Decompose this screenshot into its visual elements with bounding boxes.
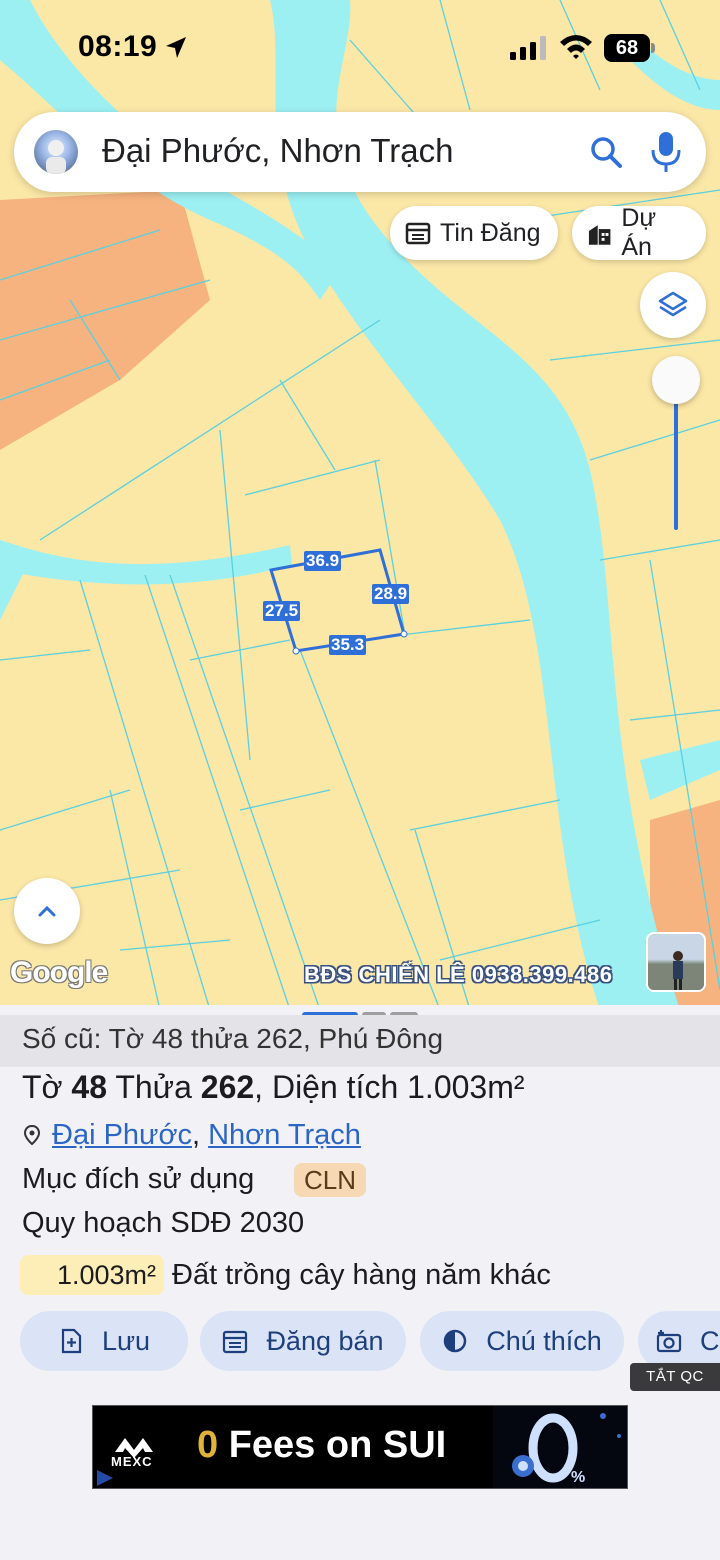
old-parcel-text: Số cũ: Tờ 48 thửa 262, Phú Đông bbox=[22, 1023, 444, 1054]
opacity-slider-thumb[interactable] bbox=[652, 356, 700, 404]
wifi-icon bbox=[560, 35, 592, 59]
old-parcel-bar: Số cũ: Tờ 48 thửa 262, Phú Đông bbox=[0, 1015, 720, 1067]
post-sale-button-label: Đăng bán bbox=[266, 1325, 384, 1356]
post-sale-button[interactable]: Đăng bán bbox=[200, 1311, 406, 1371]
search-icon[interactable] bbox=[588, 134, 624, 170]
search-input[interactable]: Đại Phước, Nhơn Trạch bbox=[102, 132, 454, 170]
purpose-badge: CLN bbox=[294, 1163, 367, 1197]
avatar-icon bbox=[46, 140, 66, 174]
zero-percent-art-icon: % bbox=[493, 1406, 627, 1488]
ad-banner[interactable]: MEXC 0 Fees on SUI % bbox=[92, 1405, 628, 1489]
plan-land-use: Đất trồng cây hàng năm khác bbox=[172, 1259, 551, 1291]
project-chip[interactable]: Dự Án bbox=[572, 204, 706, 261]
parcel-address: Đại Phước, Nhơn Trạch bbox=[22, 1119, 361, 1152]
plan-area-badge: 1.003m² bbox=[20, 1255, 164, 1295]
contrast-icon bbox=[443, 1329, 467, 1353]
signal-icon bbox=[510, 36, 546, 60]
listing-chip-label: Tin Đăng bbox=[440, 218, 541, 247]
save-button[interactable]: Lưu bbox=[20, 1311, 188, 1371]
ad-choices-icon[interactable] bbox=[93, 1466, 117, 1489]
ward-link[interactable]: Đại Phước bbox=[52, 1119, 192, 1151]
street-photo-thumbnail[interactable] bbox=[646, 932, 706, 992]
measure-left: 27.5 bbox=[263, 601, 301, 621]
ad-headline: 0 Fees on SUI bbox=[197, 1424, 447, 1466]
svg-text:%: % bbox=[571, 1469, 585, 1486]
avatar[interactable] bbox=[34, 130, 78, 174]
battery-icon: 68 bbox=[604, 34, 656, 62]
calendar-list-icon bbox=[405, 222, 431, 245]
save-icon bbox=[61, 1328, 82, 1354]
camera-button-label: C bbox=[700, 1325, 720, 1356]
layers-icon bbox=[658, 291, 688, 317]
purpose-label: Mục đích sử dụng bbox=[22, 1163, 255, 1195]
plan-label: Quy hoạch SDĐ 2030 bbox=[22, 1207, 305, 1239]
district-link[interactable]: Nhơn Trạch bbox=[208, 1119, 361, 1151]
project-chip-label: Dự Án bbox=[621, 204, 657, 261]
mic-icon[interactable] bbox=[648, 130, 684, 174]
legend-button[interactable]: Chú thích bbox=[420, 1311, 624, 1371]
parcel-info-sheet: Số cũ: Tờ 48 thửa 262, Phú Đông Tờ 48 Th… bbox=[0, 1005, 720, 1560]
legend-button-label: Chú thích bbox=[486, 1325, 602, 1356]
parcel-title: Tờ 48 Thửa 262, Diện tích 1.003m² bbox=[22, 1069, 525, 1105]
measure-bottom: 35.3 bbox=[329, 635, 367, 655]
layers-button[interactable] bbox=[640, 272, 706, 338]
measure-top: 36.9 bbox=[304, 551, 342, 571]
camera-button[interactable]: C bbox=[638, 1311, 720, 1371]
building-icon bbox=[588, 225, 611, 245]
clock: 08:19 bbox=[78, 30, 158, 63]
listing-chip[interactable]: Tin Đăng bbox=[390, 206, 558, 260]
location-arrow-icon bbox=[166, 37, 186, 58]
camera-icon bbox=[656, 1330, 682, 1353]
pin-icon bbox=[23, 1124, 41, 1146]
search-bar[interactable]: Đại Phước, Nhơn Trạch bbox=[14, 112, 706, 192]
close-ad-button[interactable]: TẮT QC bbox=[630, 1363, 720, 1391]
person-photo-icon bbox=[648, 951, 704, 990]
calendar-icon bbox=[223, 1330, 248, 1354]
ad-brand: MEXC bbox=[111, 1454, 153, 1469]
measure-right: 28.9 bbox=[372, 584, 410, 604]
chevron-up-icon bbox=[38, 905, 56, 917]
save-button-label: Lưu bbox=[101, 1325, 151, 1356]
expand-sheet-button[interactable] bbox=[14, 878, 80, 944]
battery-level: 68 bbox=[604, 34, 650, 62]
status-bar: 08:19 68 bbox=[0, 0, 720, 100]
google-logo: Google bbox=[10, 956, 108, 989]
watermark: BĐS CHIẾN LÊ 0938.399.486 bbox=[304, 962, 613, 987]
